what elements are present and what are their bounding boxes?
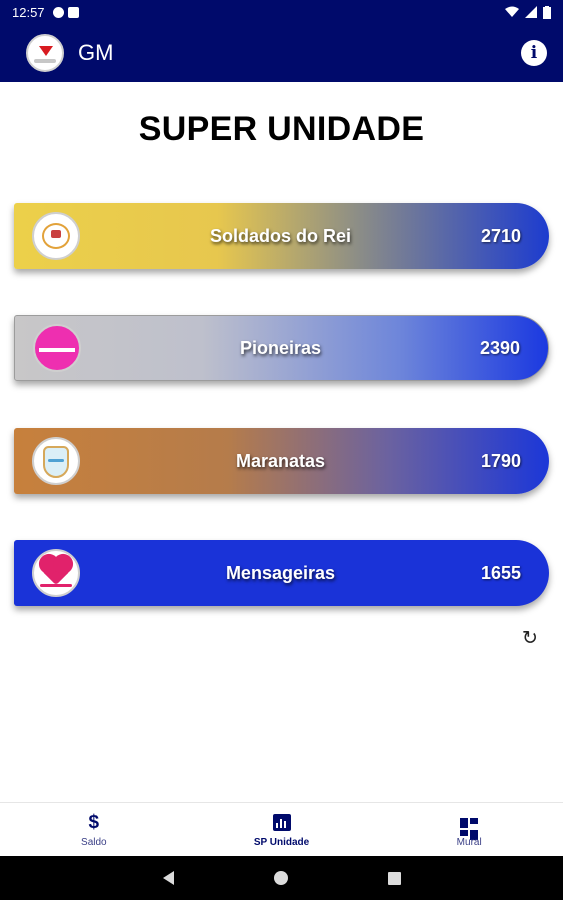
refresh-icon[interactable]: ↻ xyxy=(520,628,540,648)
battery-icon xyxy=(543,5,551,19)
app-bar: GM i xyxy=(0,24,563,82)
nav-item-sp-unidade[interactable]: SP Unidade xyxy=(188,803,376,856)
unit-card-pioneiras[interactable]: Pioneiras 2390 xyxy=(14,315,549,381)
unit-score: 1790 xyxy=(480,450,521,471)
bar-chart-icon xyxy=(272,812,291,834)
nav-label: SP Unidade xyxy=(253,836,310,848)
mensageiras-logo xyxy=(32,549,80,597)
nav-item-mural[interactable]: Mural xyxy=(375,803,563,856)
nav-label: Mural xyxy=(456,836,482,848)
unit-score: 2390 xyxy=(479,337,520,358)
unit-score: 1655 xyxy=(480,562,521,583)
pioneiras-logo xyxy=(33,324,81,372)
maranatas-logo xyxy=(32,437,80,485)
dollar-icon: $ xyxy=(88,811,100,833)
unit-card-maranatas[interactable]: Maranatas 1790 xyxy=(14,428,549,494)
unit-card-soldados-do-rei[interactable]: Soldados do Rei 2710 xyxy=(14,203,549,269)
nav-item-saldo[interactable]: $ Saldo xyxy=(0,803,188,856)
unit-name: Pioneiras xyxy=(239,337,321,358)
unit-card-mensageiras[interactable]: Mensageiras 1655 xyxy=(14,540,549,606)
status-time: 12:57 xyxy=(12,4,45,20)
bottom-nav: $ Saldo SP Unidade Mural xyxy=(0,802,563,856)
back-icon[interactable] xyxy=(162,871,174,885)
recent-apps-icon[interactable] xyxy=(387,871,401,885)
unit-name: Soldados do Rei xyxy=(209,225,351,246)
wifi-icon xyxy=(505,6,519,17)
dashboard-icon xyxy=(460,812,479,840)
unit-score: 2710 xyxy=(480,225,521,246)
notification-p-icon xyxy=(52,6,64,18)
soldados-do-rei-logo xyxy=(32,212,80,260)
system-nav-bar xyxy=(0,856,563,900)
status-notification-icons xyxy=(52,6,79,18)
nav-label: Saldo xyxy=(81,836,107,848)
info-icon[interactable]: i xyxy=(521,40,547,66)
home-icon[interactable] xyxy=(273,871,288,885)
app-title: GM xyxy=(78,40,114,65)
status-bar: 12:57 xyxy=(0,0,563,24)
status-system-icons xyxy=(505,5,551,19)
page-title: SUPER UNIDADE xyxy=(138,110,425,148)
unit-name: Maranatas xyxy=(235,450,325,471)
sd-card-icon xyxy=(67,6,79,18)
unit-name: Mensageiras xyxy=(225,562,335,583)
gm-logo-icon xyxy=(26,34,64,72)
signal-icon xyxy=(525,6,537,18)
